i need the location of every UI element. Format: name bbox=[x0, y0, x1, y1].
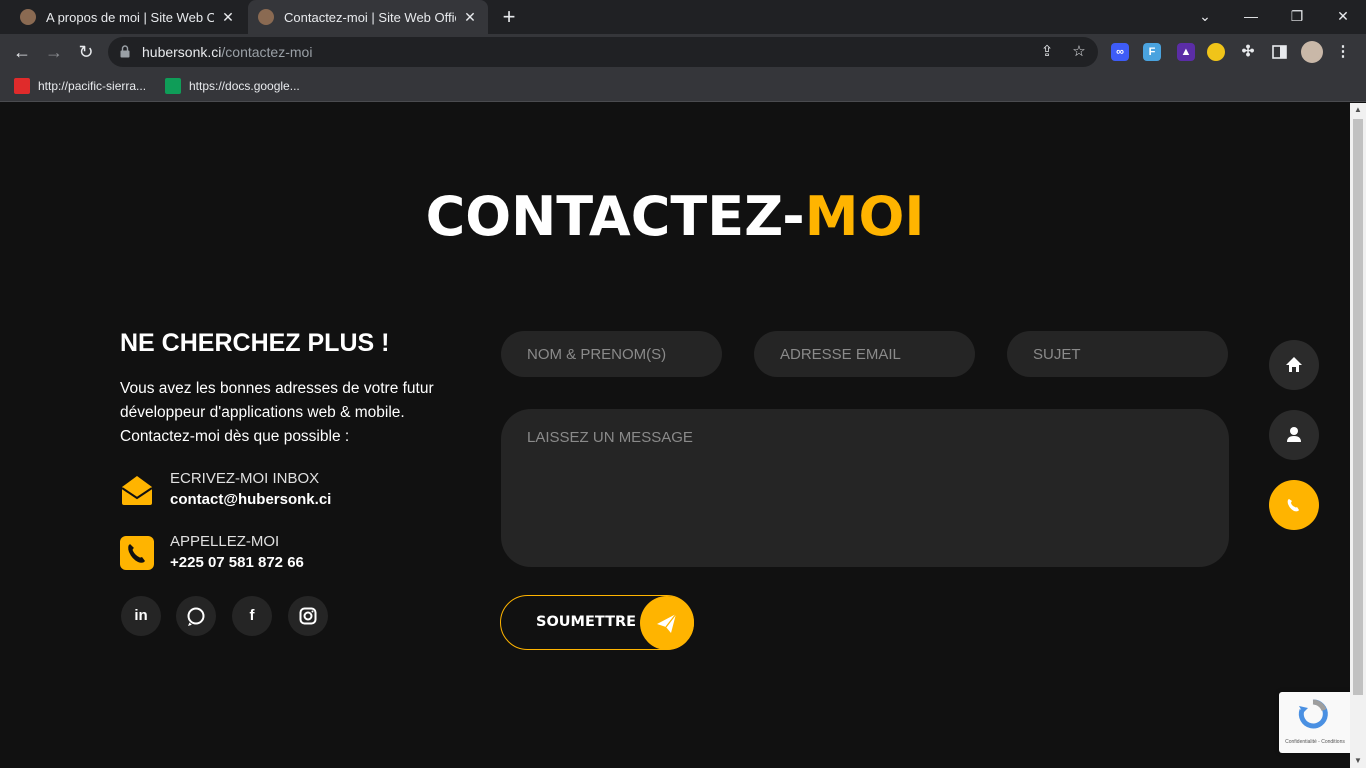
nav-home[interactable] bbox=[1269, 340, 1319, 390]
instagram-icon[interactable] bbox=[288, 596, 328, 636]
tab-search-icon[interactable]: ⌄ bbox=[1182, 0, 1228, 34]
puzzle-icon[interactable]: ✣ bbox=[1239, 43, 1257, 61]
nav-contact[interactable] bbox=[1269, 480, 1319, 530]
address-bar[interactable]: hubersonk.ci/contactez-moi ⇪ ☆ bbox=[108, 37, 1098, 67]
bookmark-favicon bbox=[165, 78, 181, 94]
forward-arrow-icon[interactable]: → bbox=[40, 38, 68, 66]
browser-toolbar: ← → ↻ hubersonk.ci/contactez-moi ⇪ ☆ ∞ F… bbox=[0, 34, 1366, 100]
bookmark-item[interactable]: http://pacific-sierra... bbox=[14, 76, 146, 96]
intro-text: Vous avez les bonnes adresses de votre f… bbox=[120, 380, 434, 445]
whatsapp-icon[interactable] bbox=[176, 596, 216, 636]
submit-label: SOUMETTRE bbox=[536, 614, 637, 630]
scrollbar-thumb[interactable] bbox=[1353, 119, 1363, 695]
recaptcha-text: Confidentialité - Conditions bbox=[1285, 739, 1345, 745]
tab-a-propos[interactable]: A propos de moi | Site Web Offici ✕ bbox=[10, 0, 246, 34]
browser-tab-strip: A propos de moi | Site Web Offici ✕ Cont… bbox=[0, 0, 1366, 34]
phone-icon bbox=[120, 536, 154, 570]
site-favicon bbox=[258, 9, 274, 25]
email-value[interactable]: contact@hubersonk.ci bbox=[170, 491, 331, 508]
phone-label: APPELLEZ-MOI bbox=[170, 533, 280, 550]
close-window-button[interactable]: ✕ bbox=[1320, 0, 1366, 34]
extension-icon[interactable]: ∞ bbox=[1111, 43, 1129, 61]
scroll-up-arrow-icon[interactable]: ▲ bbox=[1350, 103, 1366, 117]
extension-icon[interactable]: ▲ bbox=[1177, 43, 1195, 61]
back-arrow-icon[interactable]: ← bbox=[8, 38, 36, 66]
close-tab-icon[interactable]: ✕ bbox=[220, 9, 236, 25]
phone-icon bbox=[1287, 499, 1299, 512]
url-text: hubersonk.ci/contactez-moi bbox=[142, 44, 313, 60]
message-field[interactable] bbox=[501, 409, 1229, 567]
bookmarks-bar: http://pacific-sierra... https://docs.go… bbox=[0, 70, 1366, 102]
home-icon bbox=[1286, 357, 1302, 372]
side-panel-icon[interactable] bbox=[1271, 43, 1289, 61]
page-scrollbar[interactable]: ▲ ▼ bbox=[1350, 103, 1366, 768]
close-tab-icon[interactable]: ✕ bbox=[462, 9, 478, 25]
minimize-button[interactable]: — bbox=[1228, 0, 1274, 34]
subject-field[interactable] bbox=[1007, 331, 1228, 377]
site-favicon bbox=[20, 9, 36, 25]
recaptcha-icon bbox=[1298, 699, 1328, 729]
page-title: CONTACTEZ-MOI bbox=[425, 185, 925, 248]
page-content: CONTACTEZ-MOI NE CHERCHEZ PLUS ! Vous av… bbox=[0, 103, 1350, 768]
new-tab-button[interactable]: + bbox=[498, 6, 520, 28]
phone-contact: APPELLEZ-MOI +225 07 581 872 66 bbox=[120, 533, 460, 573]
restore-button[interactable]: ❐ bbox=[1274, 0, 1320, 34]
bookmark-favicon bbox=[14, 78, 30, 94]
menu-icon[interactable]: ⋮ bbox=[1334, 43, 1352, 61]
bookmark-item[interactable]: https://docs.google... bbox=[165, 76, 300, 96]
avatar[interactable] bbox=[1301, 41, 1323, 63]
phone-value[interactable]: +225 07 581 872 66 bbox=[170, 554, 304, 571]
tab-title: Contactez-moi | Site Web Officiel bbox=[284, 9, 456, 25]
submit-button[interactable]: SOUMETTRE bbox=[500, 595, 694, 650]
share-icon[interactable]: ⇪ bbox=[1038, 43, 1056, 61]
scroll-down-arrow-icon[interactable]: ▼ bbox=[1350, 754, 1366, 768]
envelope-icon bbox=[121, 476, 153, 505]
bookmark-star-icon[interactable]: ☆ bbox=[1070, 43, 1088, 61]
facebook-icon[interactable]: f bbox=[232, 596, 272, 636]
tab-title: A propos de moi | Site Web Offici bbox=[46, 9, 214, 25]
extension-icon[interactable]: F bbox=[1143, 43, 1161, 61]
section-subheading: NE CHERCHEZ PLUS ! bbox=[120, 329, 390, 357]
user-icon bbox=[1287, 427, 1301, 442]
linkedin-icon[interactable]: in bbox=[121, 596, 161, 636]
reload-icon[interactable]: ↻ bbox=[72, 38, 100, 66]
lock-icon bbox=[120, 45, 130, 58]
email-contact: ECRIVEZ-MOI INBOX contact@hubersonk.ci bbox=[120, 470, 460, 510]
email-label: ECRIVEZ-MOI INBOX bbox=[170, 470, 320, 487]
nav-about[interactable] bbox=[1269, 410, 1319, 460]
recaptcha-badge[interactable]: Confidentialité - Conditions bbox=[1279, 692, 1350, 753]
email-field[interactable] bbox=[754, 331, 975, 377]
name-field[interactable] bbox=[501, 331, 722, 377]
extension-icon[interactable] bbox=[1207, 43, 1225, 61]
bookmark-label: https://docs.google... bbox=[189, 79, 300, 93]
tab-contactez-moi[interactable]: Contactez-moi | Site Web Officiel ✕ bbox=[248, 0, 488, 34]
bookmark-label: http://pacific-sierra... bbox=[38, 79, 147, 93]
paper-plane-icon bbox=[640, 596, 694, 650]
